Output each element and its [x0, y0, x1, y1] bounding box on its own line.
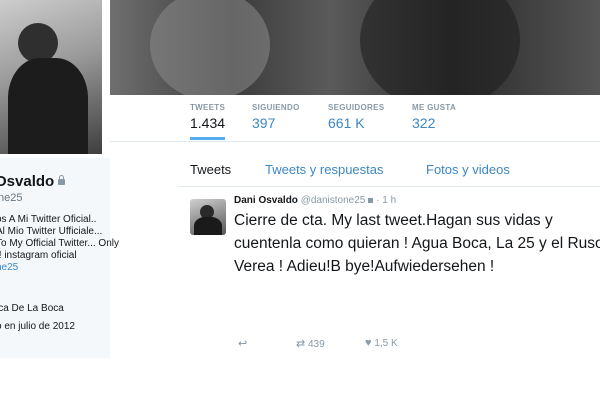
tab-tweets[interactable]: Tweets [190, 162, 231, 177]
profile-stats-nav: TWEETS 1.434 SIGUIENDO 397 SEGUIDORES 66… [110, 95, 600, 142]
profile-banner-image [110, 0, 600, 95]
tweet-timestamp[interactable]: · 1 h [376, 195, 396, 206]
stat-likes-value: 322 [412, 115, 436, 131]
bio-mention-link[interactable]: ne25 [0, 262, 119, 274]
lock-icon [58, 175, 66, 185]
banner-figure-right [360, 0, 520, 95]
bio-line: Al Mio Twitter Ufficiale... [0, 226, 103, 237]
profile-handle[interactable]: ne25 [0, 192, 22, 204]
profile-location: ica De La Boca [0, 303, 64, 314]
avatar-figure-head [18, 23, 58, 63]
bio-line: os A Mi Twitter Oficial.. [0, 214, 97, 225]
bio-line: To My Official Twitter... Only [0, 238, 119, 249]
lock-icon [368, 198, 374, 203]
stat-likes[interactable]: ME GUSTA 322 [412, 103, 456, 131]
profile-name-text: Osvaldo [0, 173, 55, 190]
stat-followers[interactable]: SEGUIDORES 661 K [328, 103, 384, 131]
stat-following-value: 397 [252, 115, 276, 131]
profile-name[interactable]: Osvaldo [0, 173, 66, 190]
stat-followers-value: 661 K [328, 115, 365, 131]
retweet-count: 439 [308, 339, 325, 350]
stat-followers-label: SEGUIDORES [328, 103, 385, 112]
tweet-header: Dani Osvaldo @danistone25 · 1 h [234, 195, 396, 206]
like-count: 1,5 K [374, 338, 398, 349]
tweet-author-name[interactable]: Dani Osvaldo [234, 195, 298, 206]
timeline-panel: Tweets Tweets y respuestas Fotos y video… [178, 152, 600, 357]
tweet-text: Cierre de cta. My last tweet.Hagan sus v… [234, 212, 600, 275]
heart-icon: ♥ [365, 337, 372, 349]
reply-button[interactable]: ↩ [238, 337, 247, 350]
profile-joined-date: o en julio de 2012 [0, 321, 75, 332]
retweet-button[interactable]: ⇄ 439 [296, 337, 325, 350]
tab-photos-videos[interactable]: Fotos y videos [426, 162, 510, 177]
avatar-figure-body [8, 58, 88, 154]
tab-tweets-and-replies[interactable]: Tweets y respuestas [265, 162, 384, 177]
stat-following[interactable]: SIGUIENDO 397 [252, 103, 300, 131]
like-button[interactable]: ♥ 1,5 K [365, 337, 398, 349]
profile-bio: os A Mi Twitter Oficial.. Al Mio Twitter… [0, 214, 119, 274]
reply-icon: ↩ [238, 338, 248, 350]
stat-tweets-label: TWEETS [190, 103, 226, 112]
timeline-tabs: Tweets Tweets y respuestas Fotos y video… [178, 152, 600, 187]
tweet-avatar-body [194, 217, 222, 235]
stat-following-label: SIGUIENDO [252, 103, 300, 112]
bio-line: !! instagram oficial [0, 250, 77, 261]
banner-figure-left [150, 0, 270, 95]
retweet-icon: ⇄ [296, 338, 306, 350]
stat-tweets[interactable]: TWEETS 1.434 [190, 103, 226, 140]
tweet-author-handle[interactable]: @danistone25 [301, 195, 366, 206]
tweet-avatar[interactable] [190, 199, 226, 235]
stat-tweets-value: 1.434 [190, 115, 226, 131]
tweet-item[interactable]: Dani Osvaldo @danistone25 · 1 h Cierre d… [178, 187, 600, 357]
profile-avatar[interactable] [0, 0, 106, 158]
stat-likes-label: ME GUSTA [412, 103, 457, 112]
